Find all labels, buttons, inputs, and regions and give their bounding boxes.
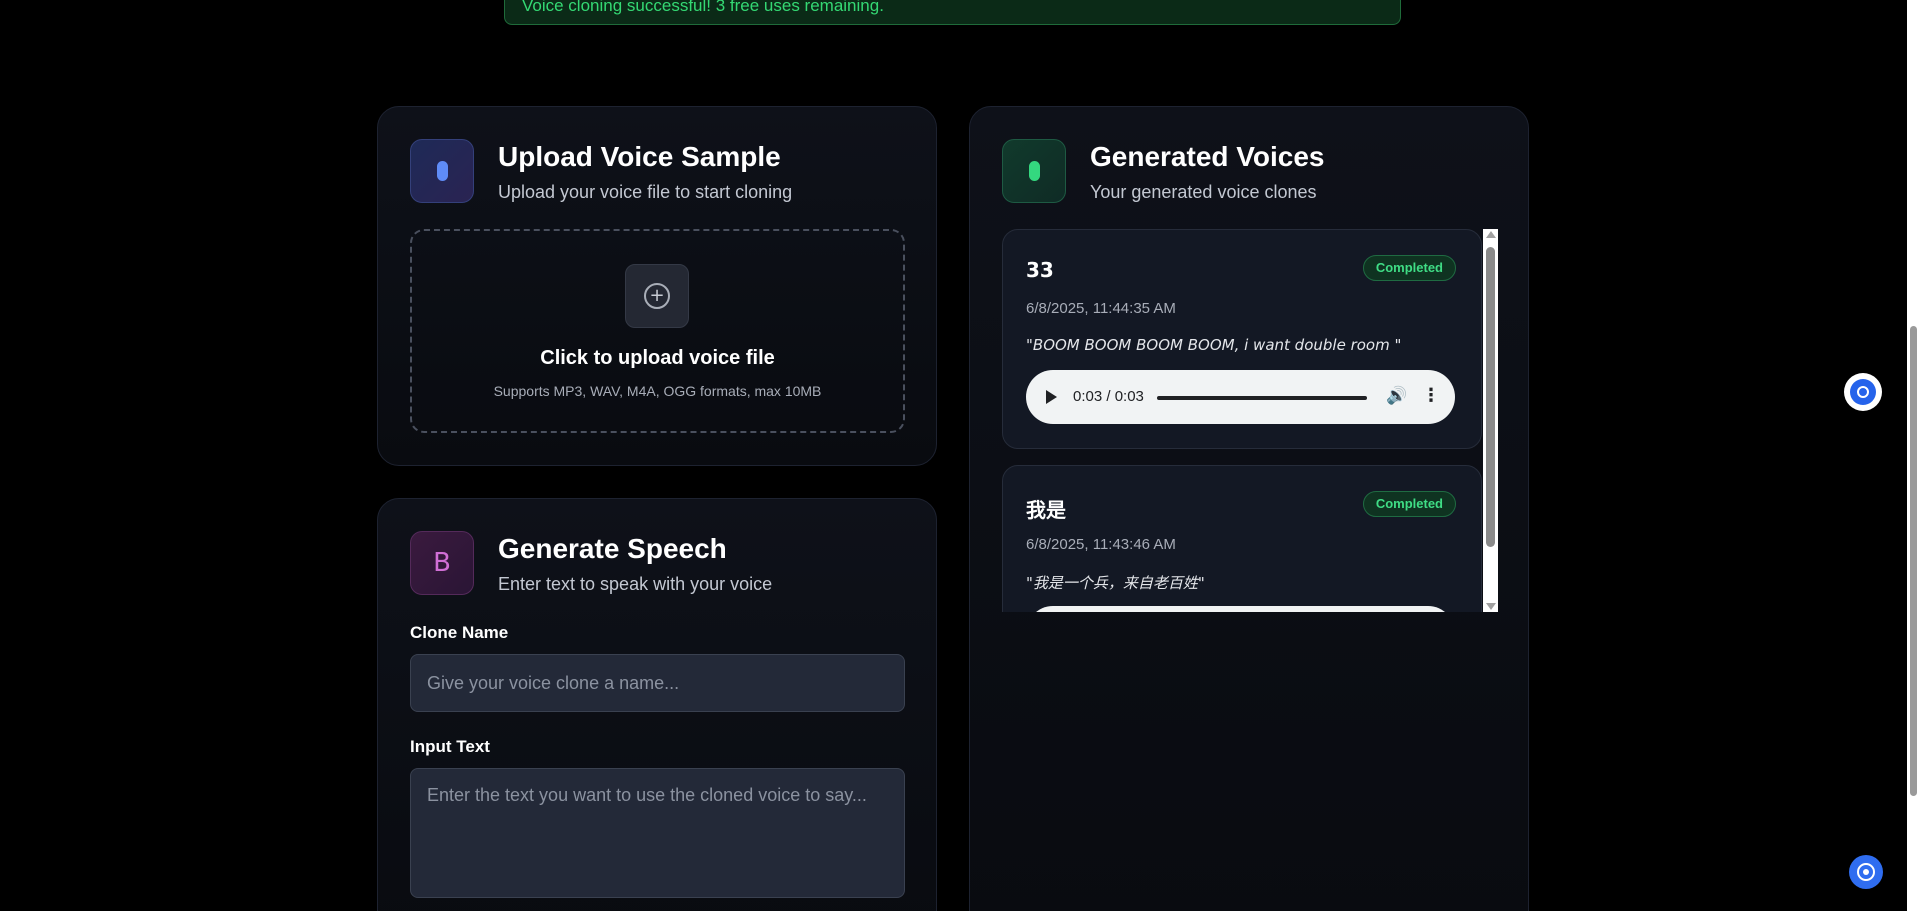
page-scrollbar[interactable]	[1907, 0, 1920, 911]
voice-name: 33	[1026, 258, 1054, 282]
upload-plus-icon: +	[625, 264, 689, 328]
status-badge: Completed	[1362, 255, 1456, 281]
generate-speech-card: B Generate Speech Enter text to speak wi…	[377, 498, 937, 911]
voice-quote: "BOOM BOOM BOOM BOOM, i want double room…	[1026, 336, 1402, 354]
dropzone-title: Click to upload voice file	[540, 347, 775, 369]
upload-dropzone[interactable]: + Click to upload voice file Supports MP…	[410, 229, 905, 433]
audio-player[interactable]: 0:03 / 0:03 🔊 ⋮	[1026, 370, 1455, 424]
scroll-up-icon[interactable]	[1486, 231, 1496, 238]
clone-name-label: Clone Name	[410, 623, 509, 642]
voices-card-subtitle: Your generated voice clones	[1090, 182, 1317, 202]
success-banner-text: Voice cloning successful! 3 free uses re…	[522, 0, 884, 15]
voices-list[interactable]: 33 Completed 6/8/2025, 11:44:35 AM "BOOM…	[1002, 229, 1498, 612]
bold-letter-icon: B	[410, 531, 474, 595]
voice-name: 我是	[1026, 498, 1066, 522]
input-text-field[interactable]	[410, 768, 905, 898]
speech-card-title: Generate Speech	[498, 533, 727, 564]
voice-date: 6/8/2025, 11:44:35 AM	[1026, 300, 1176, 317]
generated-voices-card: Generated Voices Your generated voice cl…	[969, 106, 1529, 911]
audio-time: 0:03 / 0:03	[1073, 388, 1144, 405]
voice-date: 6/8/2025, 11:43:46 AM	[1026, 536, 1176, 553]
input-text-label: Input Text	[410, 737, 490, 756]
volume-icon[interactable]: 🔊	[1386, 386, 1407, 406]
voice-quote: "我是一个兵，来自老百姓"	[1026, 574, 1205, 592]
scroll-down-icon[interactable]	[1486, 603, 1496, 610]
upload-card-title: Upload Voice Sample	[498, 141, 781, 172]
target-icon	[1857, 863, 1875, 881]
voice-item: 我是 Completed 6/8/2025, 11:43:46 AM "我是一个…	[1002, 465, 1482, 612]
upload-card-subtitle: Upload your voice file to start cloning	[498, 182, 793, 202]
success-banner: Voice cloning successful! 3 free uses re…	[504, 0, 1401, 25]
clone-name-input[interactable]	[410, 654, 905, 712]
dropzone-hint: Supports MP3, WAV, M4A, OGG formats, max…	[493, 383, 822, 399]
status-badge: Completed	[1362, 491, 1456, 517]
audio-progress-track[interactable]	[1157, 396, 1367, 400]
voices-scrollbar[interactable]	[1483, 229, 1498, 612]
upload-voice-card: Upload Voice Sample Upload your voice fi…	[377, 106, 937, 466]
voice-icon	[1002, 139, 1066, 203]
floating-chat-button[interactable]	[1844, 373, 1882, 411]
assistant-button[interactable]	[1849, 855, 1883, 889]
page-scroll-thumb[interactable]	[1910, 326, 1917, 796]
chat-bubble-icon	[1850, 379, 1876, 405]
microphone-icon	[410, 139, 474, 203]
voices-card-title: Generated Voices	[1090, 141, 1325, 172]
audio-player[interactable]	[1026, 606, 1455, 612]
speech-card-subtitle: Enter text to speak with your voice	[498, 574, 773, 594]
more-options-icon[interactable]: ⋮	[1422, 385, 1440, 406]
voice-item: 33 Completed 6/8/2025, 11:44:35 AM "BOOM…	[1002, 229, 1482, 449]
play-icon[interactable]	[1046, 390, 1057, 404]
scroll-thumb[interactable]	[1486, 247, 1495, 547]
